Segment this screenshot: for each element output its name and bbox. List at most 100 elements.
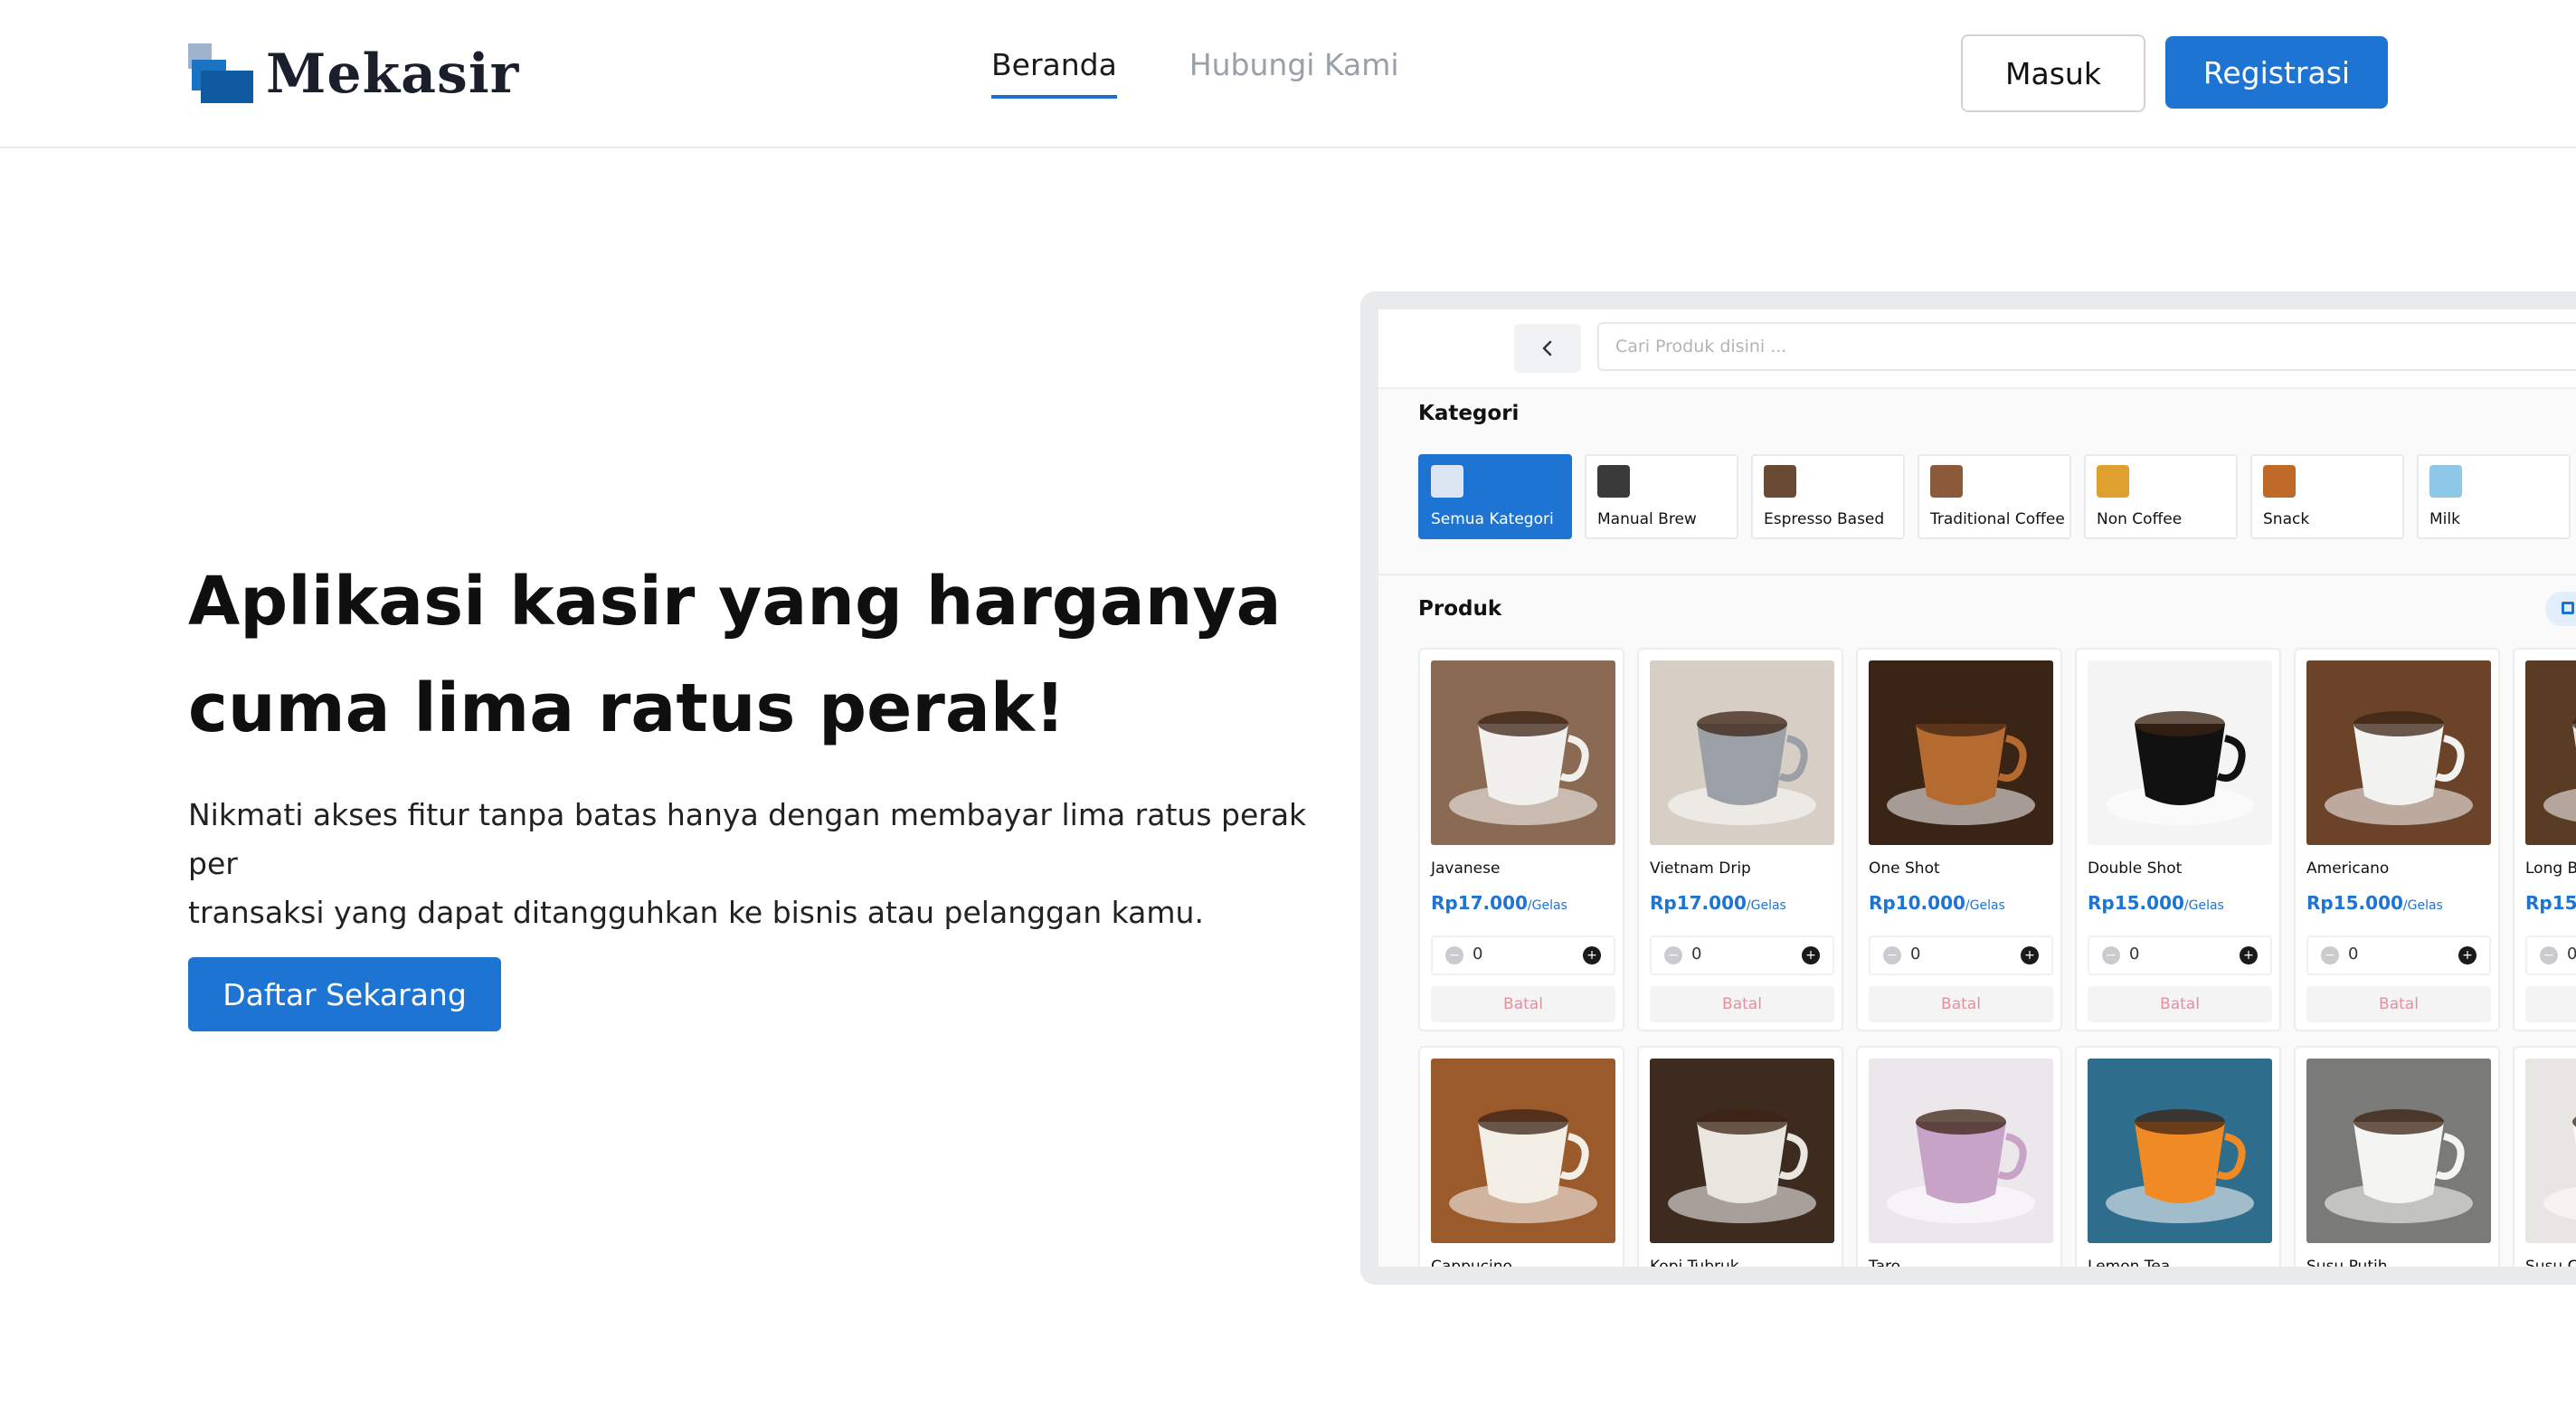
product-name: Cappucino (1431, 1258, 1512, 1267)
cancel-button[interactable]: Batal (1650, 986, 1834, 1022)
cancel-button[interactable]: Batal (1431, 986, 1615, 1022)
product-card[interactable]: Americano Rp15.000/Gelas −0 + Batal (2294, 648, 2500, 1031)
minus-icon[interactable]: − (2102, 946, 2120, 964)
category-label: Milk (2429, 510, 2460, 528)
product-image (2306, 660, 2491, 845)
plus-icon[interactable]: + (2240, 946, 2258, 964)
product-price-value: Rp15.000 (2088, 892, 2184, 914)
quantity-stepper: −0+ (2525, 935, 2576, 975)
cancel-button[interactable]: Batal (2088, 986, 2272, 1022)
quantity-value: 0 (1473, 945, 1483, 964)
hero-title-line-2: cuma lima ratus perak! (188, 670, 1065, 747)
product-card[interactable]: Double Shot Rp15.000/Gelas −0 + Batal (2075, 648, 2281, 1031)
product-card[interactable]: One Shot Rp10.000/Gelas −0 + Batal (1856, 648, 2062, 1031)
product-name: Double Shot (2088, 859, 2183, 878)
product-price: Rp15.000/Gelas (2306, 892, 2443, 914)
category-manual-brew[interactable]: Manual Brew (1585, 454, 1738, 539)
view-toggle-button[interactable] (2545, 592, 2576, 626)
category-milk[interactable]: Milk (2417, 454, 2571, 539)
category-semua-kategori[interactable]: Semua Kategori (1418, 454, 1572, 539)
register-now-button[interactable]: Daftar Sekarang (188, 957, 501, 1031)
category-traditional-coffee[interactable]: Traditional Coffee (1918, 454, 2071, 539)
product-price: Rp15.0 (2525, 892, 2576, 914)
minus-icon[interactable]: − (1883, 946, 1901, 964)
category-non-coffee[interactable]: Non Coffee (2084, 454, 2238, 539)
minus-icon[interactable]: − (2321, 946, 2339, 964)
grid-view-icon (2562, 602, 2574, 614)
nav-item-beranda[interactable]: Beranda (991, 47, 1117, 99)
product-image (2088, 660, 2272, 845)
plus-icon[interactable]: + (2021, 946, 2039, 964)
product-card[interactable]: Javanese Rp17.000/Gelas −0 + Batal (1418, 648, 1624, 1031)
product-image (1431, 1059, 1615, 1243)
product-name: Lemon Tea (2088, 1258, 2171, 1267)
product-price-value: Rp17.000 (1650, 892, 1747, 914)
product-price-unit: /Gelas (1746, 898, 1786, 913)
category-label: Semua Kategori (1431, 510, 1554, 528)
plus-icon[interactable]: + (1802, 946, 1820, 964)
quantity-value: 0 (1691, 945, 1702, 964)
category-thumbnail (1597, 465, 1630, 498)
minus-icon[interactable]: − (1445, 946, 1463, 964)
category-label: Espresso Based (1764, 510, 1885, 528)
main-nav: Beranda Hubungi Kami (991, 47, 1399, 99)
product-card[interactable]: Long B Rp15.0 −0+ (2513, 648, 2576, 1031)
login-button[interactable]: Masuk (1961, 34, 2145, 112)
product-card[interactable]: Susu Putih (2294, 1046, 2500, 1267)
category-thumbnail (2263, 465, 2296, 498)
category-thumbnail (1930, 465, 1963, 498)
category-snack[interactable]: Snack (2250, 454, 2404, 539)
plus-icon[interactable]: + (1583, 946, 1601, 964)
product-card[interactable]: Cappucino (1418, 1046, 1624, 1267)
quantity-stepper: −0 + (1431, 935, 1615, 975)
cancel-button[interactable] (2525, 986, 2576, 1022)
brand-logo[interactable]: Mekasir (188, 38, 519, 110)
back-button[interactable] (1514, 324, 1581, 373)
nav-item-hubungi-kami[interactable]: Hubungi Kami (1189, 47, 1399, 99)
category-thumbnail (2429, 465, 2462, 498)
quantity-stepper: −0+ (2088, 935, 2272, 975)
quantity-value: 0 (1910, 945, 1921, 964)
product-image (2525, 1059, 2576, 1243)
product-name: Susu C (2525, 1258, 2576, 1267)
category-thumbnail (1764, 465, 1796, 498)
category-espresso-based[interactable]: Espresso Based (1751, 454, 1905, 539)
hero-description-line-1: Nikmati akses fitur tanpa batas hanya de… (188, 797, 1307, 881)
product-name: One Shot (1869, 859, 1940, 878)
product-card[interactable]: Kopi Tubruk (1637, 1046, 1843, 1267)
minus-icon[interactable]: − (1664, 946, 1682, 964)
product-image (1869, 660, 2053, 845)
product-card[interactable]: Susu C (2513, 1046, 2576, 1267)
product-price: Rp17.000/Gelas (1650, 892, 1786, 914)
category-heading: Kategori (1418, 402, 1520, 425)
section-divider (1378, 574, 2576, 575)
quantity-stepper: −0 + (1650, 935, 1834, 975)
hero-description-line-2: transaksi yang dapat ditangguhkan ke bis… (188, 895, 1204, 930)
hero-description: Nikmati akses fitur tanpa batas hanya de… (188, 791, 1310, 937)
product-heading: Produk (1418, 597, 1502, 621)
product-price-unit: /Gelas (2402, 898, 2443, 913)
category-label: Snack (2263, 510, 2310, 528)
product-price-value: Rp17.000 (1431, 892, 1528, 914)
product-name: Americano (2306, 859, 2390, 878)
quantity-value: 0 (2567, 945, 2576, 964)
cancel-button[interactable]: Batal (1869, 986, 2053, 1022)
hero-title: Aplikasi kasir yang harganya cuma lima r… (188, 548, 1319, 762)
product-image (1650, 1059, 1834, 1243)
register-button[interactable]: Registrasi (2165, 36, 2388, 109)
cancel-button[interactable]: Batal (2306, 986, 2491, 1022)
product-card[interactable]: Lemon Tea (2075, 1046, 2281, 1267)
quantity-stepper: −0+ (2306, 935, 2491, 975)
top-navbar: Mekasir Beranda Hubungi Kami Masuk Regis… (0, 0, 2576, 148)
product-search-input[interactable]: Cari Produk disini ... (1597, 322, 2576, 371)
product-image (1431, 660, 1615, 845)
hero-title-line-1: Aplikasi kasir yang harganya (188, 563, 1282, 641)
quantity-stepper: −0 + (1869, 935, 2053, 975)
minus-icon[interactable]: − (2540, 946, 2558, 964)
product-card[interactable]: Vietnam Drip Rp17.000/Gelas −0 + Batal (1637, 648, 1843, 1031)
product-card[interactable]: Taro (1856, 1046, 2062, 1267)
product-image (2306, 1059, 2491, 1243)
product-name: Javanese (1431, 859, 1501, 878)
plus-icon[interactable]: + (2458, 946, 2477, 964)
product-price-value: Rp10.000 (1869, 892, 1965, 914)
